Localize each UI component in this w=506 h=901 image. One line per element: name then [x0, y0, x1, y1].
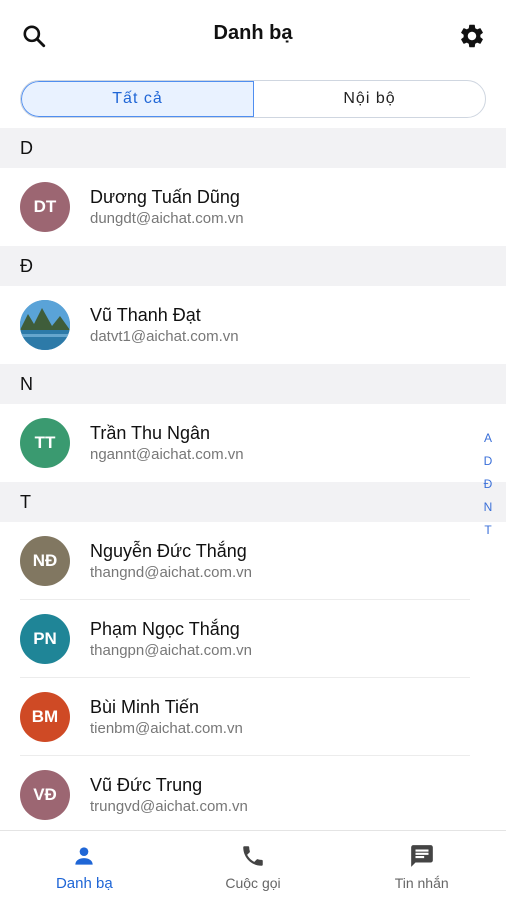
contact-name: Phạm Ngọc Thắng [90, 619, 240, 639]
avatar: PN [20, 614, 70, 664]
contact-row[interactable]: VĐ Vũ Đức Trung trungvd@aichat.com.vn [0, 756, 506, 834]
avatar: VĐ [20, 770, 70, 820]
page-title: Danh bạ [213, 22, 293, 44]
avatar: NĐ [20, 536, 70, 586]
nav-calls[interactable]: Cuộc gọi [169, 831, 338, 901]
message-icon [410, 845, 433, 867]
section-header: Đ [0, 246, 506, 286]
contact-info: Phạm Ngọc Thắng thangpn@aichat.com.vn [90, 619, 252, 659]
index-letter[interactable]: D [478, 450, 498, 473]
nav-label: Tin nhắn [394, 875, 449, 891]
contact-name: Nguyễn Đức Thắng [90, 541, 247, 561]
contact-email: tienbm@aichat.com.vn [90, 720, 243, 737]
avatar: DT [20, 182, 70, 232]
contact-filter-toggle: Tất cả Nội bộ [20, 80, 486, 118]
contact-email: ngannt@aichat.com.vn [90, 446, 244, 463]
contact-row[interactable]: Vũ Thanh Đạt datvt1@aichat.com.vn [0, 286, 506, 364]
nav-label: Danh bạ [55, 875, 113, 892]
contact-info: Nguyễn Đức Thắng thangnd@aichat.com.vn [90, 541, 252, 581]
contact-row[interactable]: BM Bùi Minh Tiến tienbm@aichat.com.vn [0, 678, 506, 756]
contact-name: Trần Thu Ngân [90, 423, 211, 443]
index-letter[interactable]: T [478, 519, 498, 542]
tab-all[interactable]: Tất cả [21, 81, 254, 117]
contact-email: thangpn@aichat.com.vn [90, 642, 252, 659]
contact-name: Vũ Đức Trung [90, 775, 203, 795]
index-letter[interactable]: A [478, 427, 498, 450]
contact-email: thangnd@aichat.com.vn [90, 564, 252, 581]
contact-info: Trần Thu Ngân ngannt@aichat.com.vn [90, 423, 244, 463]
app-header: Danh bạ [0, 0, 506, 72]
nav-contacts[interactable]: Danh bạ [0, 831, 169, 901]
contact-email: datvt1@aichat.com.vn [90, 328, 239, 345]
section-header: D [0, 128, 506, 168]
contact-row[interactable]: PN Phạm Ngọc Thắng thangpn@aichat.com.vn [0, 600, 506, 678]
avatar: BM [20, 692, 70, 742]
person-icon [75, 847, 93, 865]
nav-messages[interactable]: Tin nhắn [337, 831, 506, 901]
section-header: N [0, 364, 506, 404]
gear-icon [461, 24, 483, 48]
section-header: T [0, 482, 506, 522]
contact-info: Bùi Minh Tiến tienbm@aichat.com.vn [90, 697, 243, 737]
contact-name: Dương Tuấn Dũng [90, 187, 240, 207]
avatar [20, 300, 70, 350]
contact-list: D DT Dương Tuấn Dũng dungdt@aichat.com.vn Đ V… [0, 128, 506, 834]
index-letter[interactable]: Đ [478, 473, 498, 496]
avatar-photo [20, 300, 70, 350]
settings-button[interactable] [454, 18, 490, 54]
contact-name: Vũ Thanh Đạt [90, 305, 201, 325]
contact-email: dungdt@aichat.com.vn [90, 210, 244, 227]
contact-info: Dương Tuấn Dũng dungdt@aichat.com.vn [90, 187, 244, 227]
contact-row[interactable]: NĐ Nguyễn Đức Thắng thangnd@aichat.com.vn [0, 522, 506, 600]
contact-info: Vũ Đức Trung trungvd@aichat.com.vn [90, 775, 248, 815]
tab-internal[interactable]: Nội bộ [254, 81, 485, 117]
phone-icon [243, 846, 263, 866]
bottom-navigation: Danh bạ Cuộc gọi Tin nhắn [0, 830, 506, 901]
contact-name: Bùi Minh Tiến [90, 697, 200, 717]
contact-email: trungvd@aichat.com.vn [90, 798, 248, 815]
contact-row[interactable]: TT Trần Thu Ngân ngannt@aichat.com.vn [0, 404, 506, 482]
avatar: TT [20, 418, 70, 468]
alphabet-index: ADĐNT [478, 427, 498, 542]
nav-label: Cuộc gọi [225, 875, 281, 891]
index-letter[interactable]: N [478, 496, 498, 519]
contact-row[interactable]: DT Dương Tuấn Dũng dungdt@aichat.com.vn [0, 168, 506, 246]
contact-info: Vũ Thanh Đạt datvt1@aichat.com.vn [90, 305, 239, 345]
